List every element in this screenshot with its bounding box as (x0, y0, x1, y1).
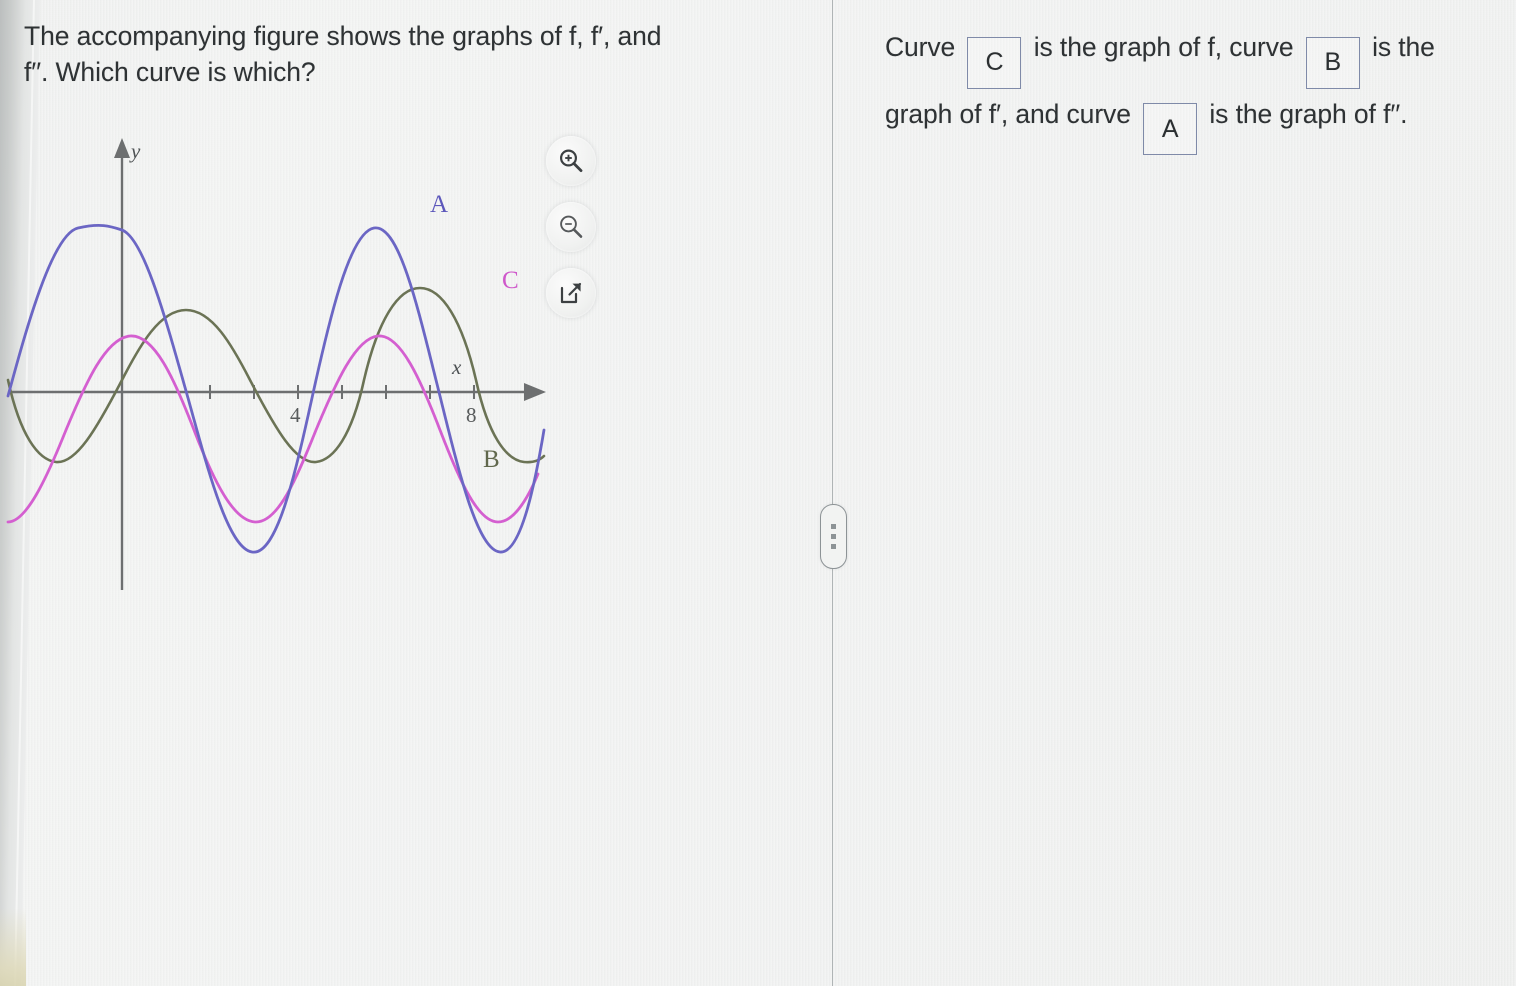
curve-b-path (6, 286, 546, 464)
answer-statement: Curve C is the graph of f, curve B is th… (885, 22, 1515, 155)
x-axis (8, 383, 546, 401)
figure-container: y x 4 8 A C B (0, 130, 560, 610)
zoom-in-icon (559, 149, 583, 173)
answer-segment-1: Curve (885, 32, 956, 62)
open-in-new-window-button[interactable] (546, 268, 596, 318)
y-axis (114, 138, 130, 590)
open-in-new-window-icon (560, 282, 582, 304)
question-pane: The accompanying figure shows the graphs… (0, 0, 832, 986)
zoom-out-button[interactable] (546, 202, 596, 252)
answer-pane: Curve C is the graph of f, curve B is th… (833, 0, 1516, 986)
y-axis-label: y (129, 139, 141, 163)
curves-figure: y x 4 8 A C B (6, 138, 546, 590)
answer-segment-5: is the graph of f′′. (1209, 98, 1408, 129)
curve-label-a: A (430, 191, 448, 218)
question-prompt: The accompanying figure shows the graphs… (24, 18, 754, 90)
answer-input-curve-fprime[interactable]: B (1305, 36, 1360, 89)
answer-segment-2: is the graph of f, curve (1033, 32, 1294, 62)
question-line-1: The accompanying figure shows the graphs… (24, 21, 662, 51)
zoom-in-button[interactable] (546, 136, 596, 186)
answer-input-curve-f[interactable]: C (967, 36, 1022, 89)
answer-segment-3: is the (1372, 32, 1435, 62)
answer-input-curve-fdoubleprime[interactable]: A (1143, 103, 1198, 155)
zoom-out-icon (560, 215, 583, 238)
x-axis-label: x (451, 355, 462, 379)
curve-label-c: C (502, 267, 519, 294)
x-tick-label-4: 4 (290, 403, 301, 427)
curve-a-path (6, 223, 546, 554)
curve-label-b: B (483, 446, 500, 473)
question-line-2: f′′. Which curve is which? (24, 57, 316, 88)
figure-toolbar (546, 136, 596, 318)
x-tick-label-8: 8 (466, 403, 477, 427)
answer-segment-4: graph of f′, and curve (885, 98, 1131, 129)
